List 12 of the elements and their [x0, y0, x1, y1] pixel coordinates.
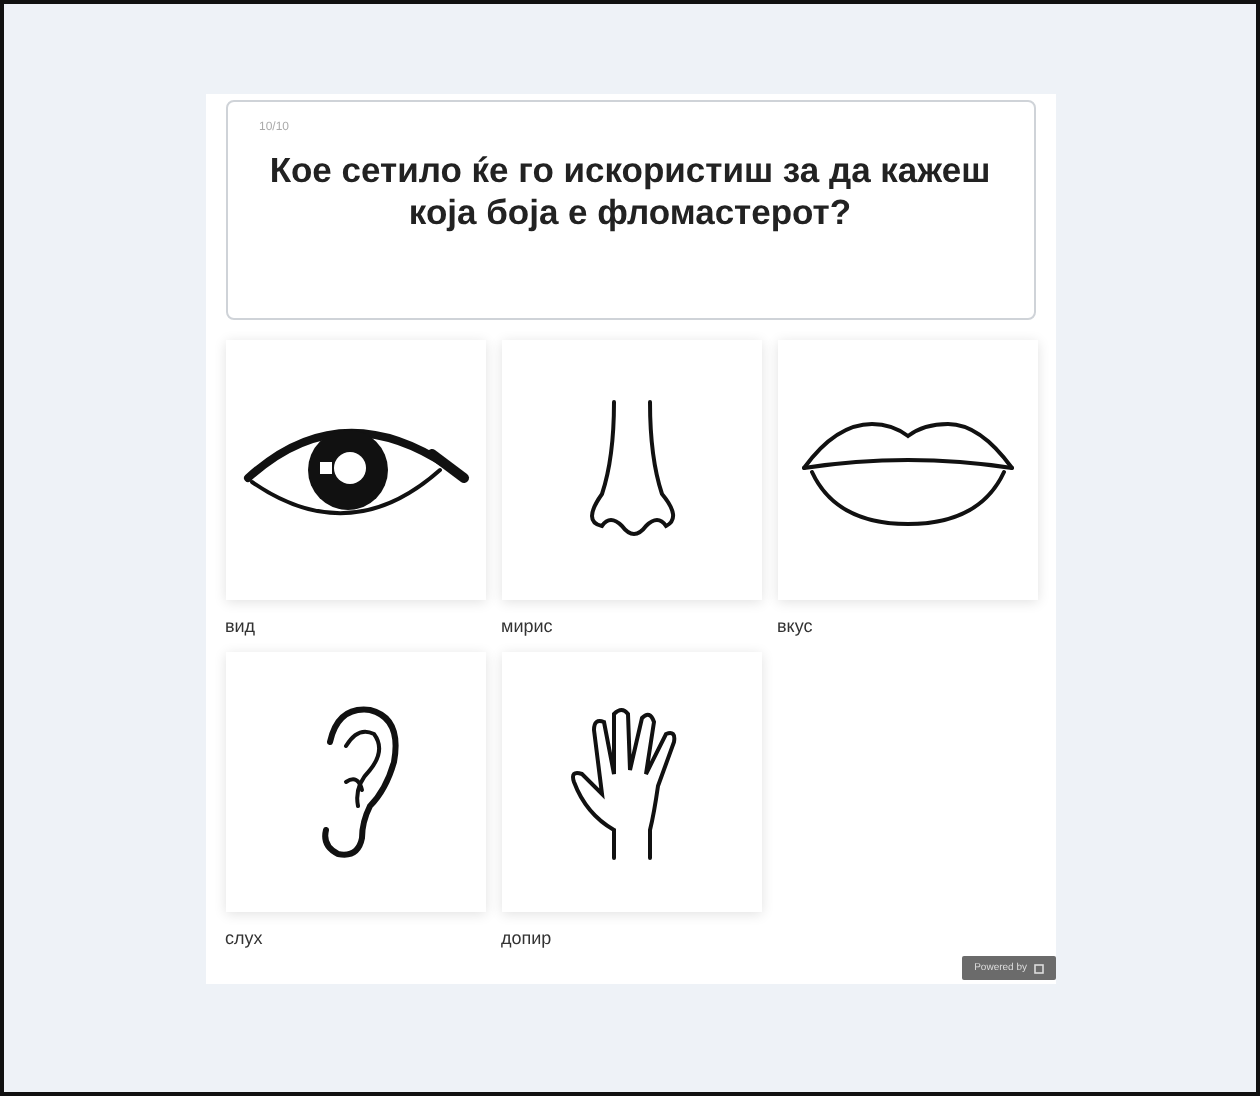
answer-label: мирис [501, 616, 553, 636]
logo-icon [1033, 963, 1043, 973]
answer-tile[interactable] [501, 340, 761, 600]
answer-label: допир [501, 928, 552, 948]
answer-label: вид [225, 616, 256, 636]
question-text: Кое сетило ќе го искористиш за да кажеш која боја е фломастерот? [267, 150, 993, 234]
answer-tile[interactable] [225, 340, 485, 600]
answer-label: слух [225, 928, 263, 948]
answer-tile[interactable] [501, 652, 761, 912]
answer-label: вкус [777, 616, 813, 636]
answer-tile[interactable] [225, 652, 485, 912]
answer-tile[interactable] [777, 340, 1037, 600]
